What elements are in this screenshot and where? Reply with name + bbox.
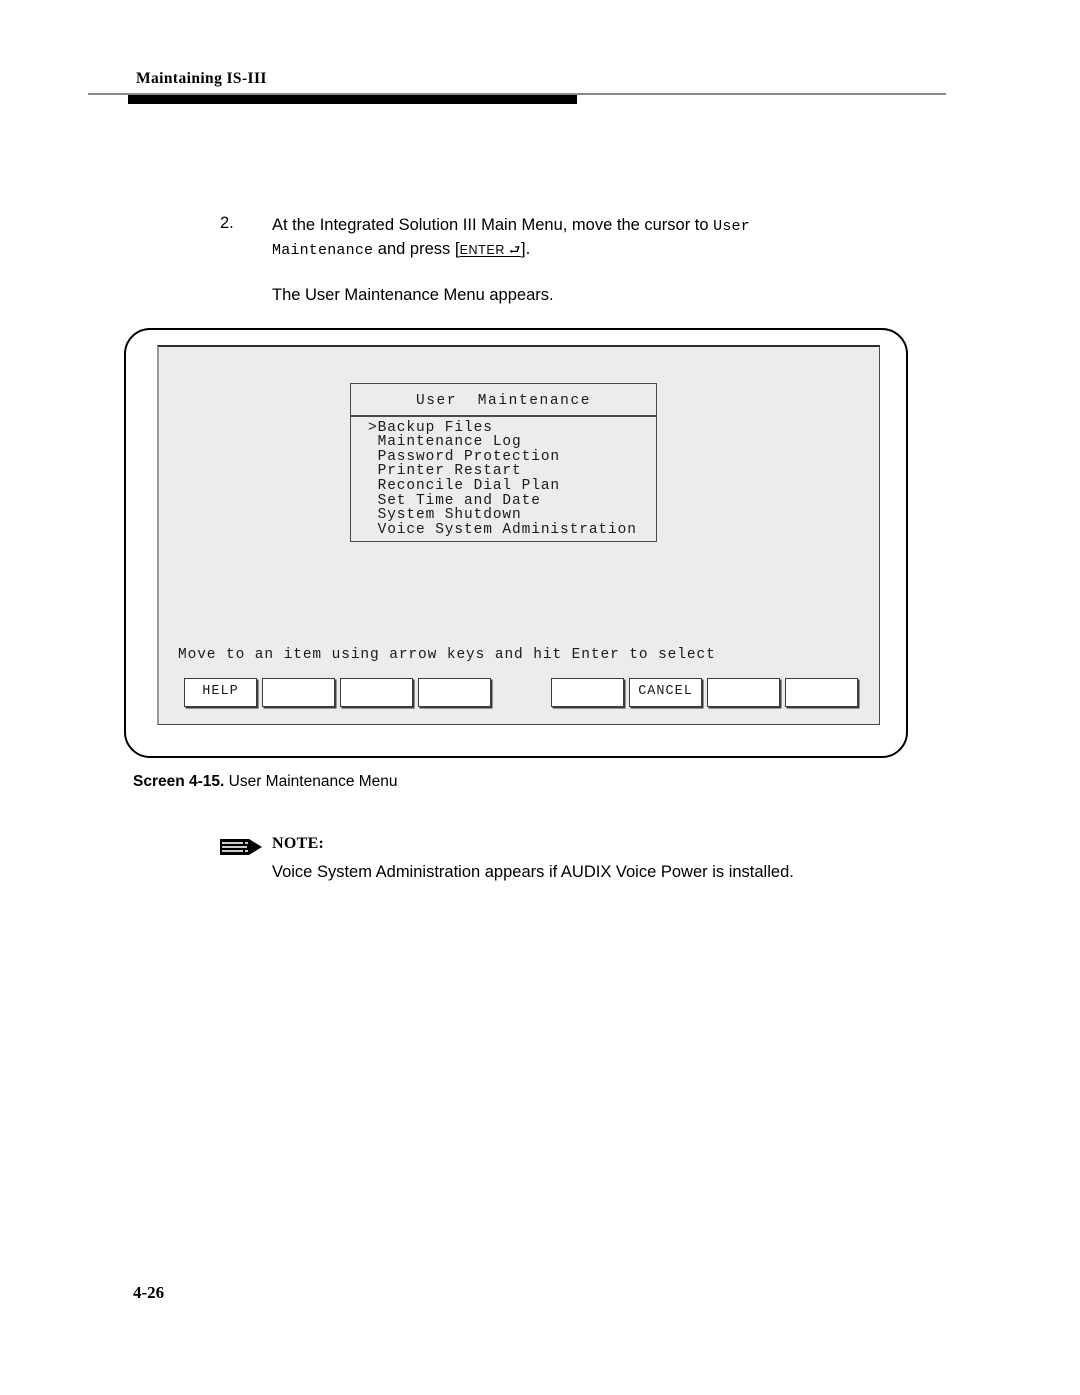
menu-item-printer-restart[interactable]: Printer Restart	[351, 464, 656, 479]
screen-prompt-line: Move to an item using arrow keys and hit…	[178, 647, 716, 663]
menu-item-set-time-and-date[interactable]: Set Time and Date	[351, 493, 656, 509]
step-mono-user: User	[713, 218, 750, 235]
note-label: NOTE:	[272, 835, 325, 852]
figure-caption-label: Screen 4-15.	[133, 773, 225, 790]
figure-caption: Screen 4-15. User Maintenance Menu	[133, 773, 398, 791]
menu-item-backup-files[interactable]: >Backup Files	[351, 420, 656, 436]
enter-keycap: ENTER ⮐	[459, 243, 521, 257]
function-key-8[interactable]	[785, 678, 858, 707]
menu-item-system-shutdown[interactable]: System Shutdown	[351, 508, 656, 523]
menu-item-maintenance-log[interactable]: Maintenance Log	[351, 435, 656, 450]
page-header: Maintaining IS-III	[0, 0, 1080, 110]
step-text-part1: At the Integrated Solution III Main Menu…	[272, 216, 714, 234]
menu-title: User Maintenance	[415, 393, 592, 409]
step-mono-maintenance: Maintenance	[272, 242, 374, 259]
function-key-7[interactable]	[707, 678, 780, 707]
function-key-3[interactable]	[340, 678, 413, 707]
note-text: Voice System Administration appears if A…	[272, 863, 794, 881]
step-instruction: At the Integrated Solution III Main Menu…	[272, 214, 872, 262]
page-number: 4-26	[133, 1283, 165, 1302]
terminal-screen: User Maintenance >Backup Files Maintenan…	[157, 345, 880, 725]
menu-title-cell: User Maintenance	[350, 383, 657, 415]
function-key-cancel[interactable]: CANCEL	[629, 678, 702, 707]
menu-item-reconcile-dial-plan[interactable]: Reconcile Dial Plan	[351, 479, 656, 494]
function-key-2[interactable]	[262, 678, 335, 707]
figure-caption-title: User Maintenance Menu	[224, 773, 398, 790]
screen-figure: User Maintenance >Backup Files Maintenan…	[124, 328, 908, 758]
running-header-title: Maintaining IS-III	[136, 70, 267, 87]
menu-item-list: >Backup Files Maintenance Log Password P…	[350, 416, 657, 543]
function-key-help[interactable]: HELP	[184, 678, 257, 707]
header-rule-thick	[128, 95, 577, 104]
function-key-row: HELP CANCEL	[159, 678, 882, 708]
note-pencil-icon	[220, 839, 262, 855]
step-number: 2.	[220, 214, 234, 232]
function-key-4[interactable]	[418, 678, 491, 707]
step-text-part2: and press	[373, 240, 455, 258]
step-result-text: The User Maintenance Menu appears.	[272, 286, 554, 304]
menu-item-password-protection[interactable]: Password Protection	[351, 450, 656, 465]
user-maintenance-menu-box: User Maintenance >Backup Files Maintenan…	[350, 383, 657, 543]
menu-item-voice-system-administration[interactable]: Voice System Administration	[351, 523, 656, 538]
function-key-5[interactable]	[551, 678, 624, 707]
bracket-close: ].	[520, 239, 531, 258]
